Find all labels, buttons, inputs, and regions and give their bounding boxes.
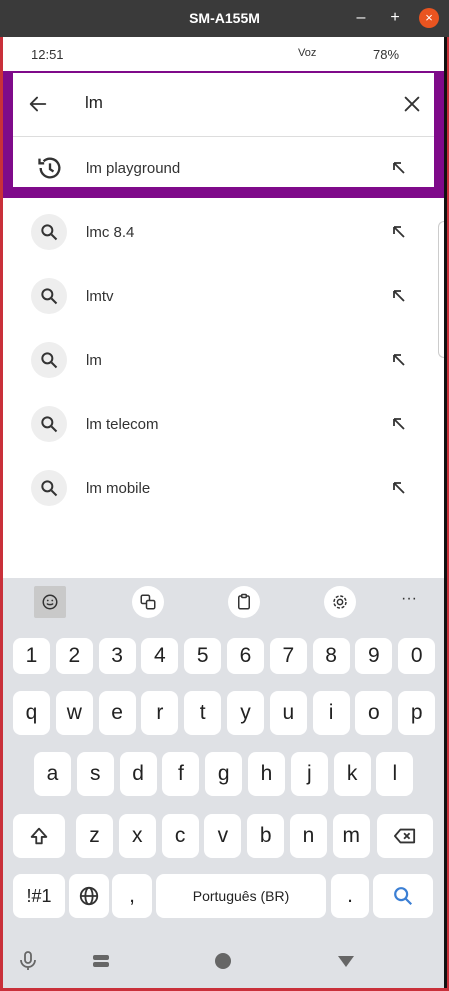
suggestion-text: lm	[86, 352, 102, 369]
window-titlebar: SM-A155M – + ×	[0, 0, 449, 37]
back-arrow-icon[interactable]	[27, 93, 49, 115]
home-icon[interactable]	[211, 949, 235, 973]
suggestion-text: lmtv	[86, 288, 114, 305]
letter-key[interactable]: e	[98, 691, 136, 735]
search-icon	[394, 887, 413, 906]
suggestion-text: lm mobile	[86, 480, 151, 497]
letter-key[interactable]: f	[162, 752, 200, 796]
number-key[interactable]: 8	[312, 638, 350, 674]
phone-screen: 12:51 Voz 78% lm playground lm c	[3, 37, 444, 988]
microphone-icon[interactable]	[16, 949, 40, 973]
fill-query-arrow-icon[interactable]	[391, 416, 407, 432]
letter-key[interactable]: r	[141, 691, 179, 735]
keyboard-switch-icon[interactable]	[89, 949, 113, 973]
search-bar	[13, 73, 434, 137]
close-button[interactable]: ×	[419, 8, 439, 28]
fill-query-arrow-icon[interactable]	[391, 352, 407, 368]
hide-keyboard-icon[interactable]	[334, 949, 358, 973]
shift-key[interactable]	[13, 814, 65, 858]
letter-key[interactable]: u	[269, 691, 307, 735]
letter-key[interactable]: d	[119, 752, 157, 796]
letter-key[interactable]: l	[376, 752, 414, 796]
symbols-key[interactable]: !#1	[13, 874, 65, 918]
search-input[interactable]	[85, 93, 365, 113]
backspace-key[interactable]	[377, 814, 433, 858]
suggestion-text: lm playground	[86, 160, 181, 177]
language-key[interactable]	[69, 874, 109, 918]
suggestion-item[interactable]: lm playground	[3, 136, 444, 200]
letter-key[interactable]: b	[247, 814, 285, 858]
number-key[interactable]: 7	[269, 638, 307, 674]
suggestion-item[interactable]: lm	[3, 328, 444, 392]
search-icon	[31, 470, 67, 506]
suggestion-item[interactable]: lmtv	[3, 264, 444, 328]
letter-key[interactable]: c	[161, 814, 199, 858]
search-icon	[31, 278, 67, 314]
battery-level: 78%	[373, 47, 400, 62]
clear-icon[interactable]	[401, 93, 423, 115]
letter-key[interactable]: p	[398, 691, 436, 735]
letter-key[interactable]: a	[34, 752, 71, 796]
suggestion-item[interactable]: lm mobile	[3, 456, 444, 520]
period-key[interactable]: .	[331, 874, 369, 918]
maximize-button[interactable]: +	[385, 8, 405, 28]
fill-query-arrow-icon[interactable]	[391, 288, 407, 304]
fill-query-arrow-icon[interactable]	[391, 480, 407, 496]
letter-key[interactable]: z	[76, 814, 113, 858]
number-key[interactable]: 3	[98, 638, 136, 674]
letter-key[interactable]: i	[312, 691, 350, 735]
globe-icon	[79, 886, 99, 906]
number-key[interactable]: 1	[13, 638, 50, 674]
search-icon	[31, 214, 67, 250]
status-icons: Voz	[298, 47, 317, 59]
number-key[interactable]: 0	[398, 638, 436, 674]
emoji-icon[interactable]	[34, 586, 66, 618]
space-key[interactable]: Português (BR)	[156, 874, 326, 918]
search-icon	[31, 406, 67, 442]
fill-query-arrow-icon[interactable]	[391, 224, 407, 240]
letter-key[interactable]: k	[333, 752, 371, 796]
more-icon[interactable]: ···	[401, 590, 417, 608]
fill-query-arrow-icon[interactable]	[391, 160, 407, 176]
number-key[interactable]: 6	[227, 638, 264, 674]
letter-key[interactable]: j	[290, 752, 328, 796]
window-border	[444, 37, 447, 988]
settings-icon[interactable]	[324, 586, 356, 618]
scroll-indicator[interactable]	[438, 221, 444, 358]
letter-key[interactable]: x	[118, 814, 156, 858]
letter-key[interactable]: h	[248, 752, 285, 796]
minimize-button[interactable]: –	[351, 8, 371, 28]
suggestion-item[interactable]: lm telecom	[3, 392, 444, 456]
suggestion-text: lm telecom	[86, 416, 159, 433]
letter-key[interactable]: s	[76, 752, 114, 796]
keyboard: ··· 1234567890 qwertyuiop asdfghjkl zxcv…	[3, 578, 444, 988]
letter-key[interactable]: o	[355, 691, 393, 735]
status-bar: 12:51 Voz 78%	[3, 37, 444, 65]
keyboard-toolbar: ···	[3, 578, 444, 628]
letter-key[interactable]: v	[204, 814, 242, 858]
number-key[interactable]: 4	[141, 638, 179, 674]
letter-key[interactable]: y	[227, 691, 264, 735]
letter-key[interactable]: t	[184, 691, 222, 735]
letter-key[interactable]: m	[332, 814, 370, 858]
suggestion-item[interactable]: lmc 8.4	[3, 200, 444, 264]
search-key[interactable]	[373, 874, 433, 918]
number-key[interactable]: 5	[184, 638, 222, 674]
history-icon	[38, 157, 61, 179]
status-time: 12:51	[31, 47, 64, 62]
letter-key[interactable]: q	[13, 691, 50, 735]
window-title: SM-A155M	[189, 10, 260, 26]
letter-key[interactable]: g	[205, 752, 243, 796]
search-icon	[31, 342, 67, 378]
clipboard-icon[interactable]	[228, 586, 260, 618]
number-key[interactable]: 9	[355, 638, 393, 674]
comma-key[interactable]: ,	[112, 874, 152, 918]
translate-icon[interactable]	[132, 586, 164, 618]
letter-key[interactable]: n	[290, 814, 327, 858]
suggestion-text: lmc 8.4	[86, 224, 135, 241]
navigation-bar	[3, 934, 444, 988]
letter-key[interactable]: w	[55, 691, 93, 735]
number-key[interactable]: 2	[55, 638, 93, 674]
